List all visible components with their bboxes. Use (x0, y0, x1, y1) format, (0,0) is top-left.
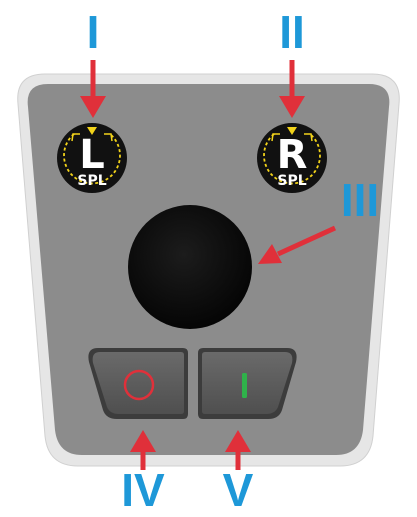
device-diagram: I II III IV V L SPL R SPL (17, 6, 400, 516)
callout-label-iv: IV (121, 464, 165, 516)
left-volume-knob[interactable]: L SPL (57, 123, 127, 193)
right-volume-knob[interactable]: R SPL (257, 123, 327, 193)
callout-label-i: I (87, 6, 100, 58)
power-off-button[interactable] (88, 348, 188, 419)
speaker-grille (128, 205, 252, 329)
power-on-button[interactable] (198, 348, 297, 419)
callout-label-iii: III (341, 174, 379, 226)
left-knob-letter: L (79, 132, 105, 178)
power-on-bar-icon (242, 373, 247, 398)
callout-label-ii: II (279, 6, 305, 58)
left-knob-spl-label: SPL (77, 173, 106, 189)
right-knob-spl-label: SPL (277, 173, 306, 189)
right-knob-letter: R (277, 132, 308, 178)
callout-label-v: V (223, 464, 254, 516)
